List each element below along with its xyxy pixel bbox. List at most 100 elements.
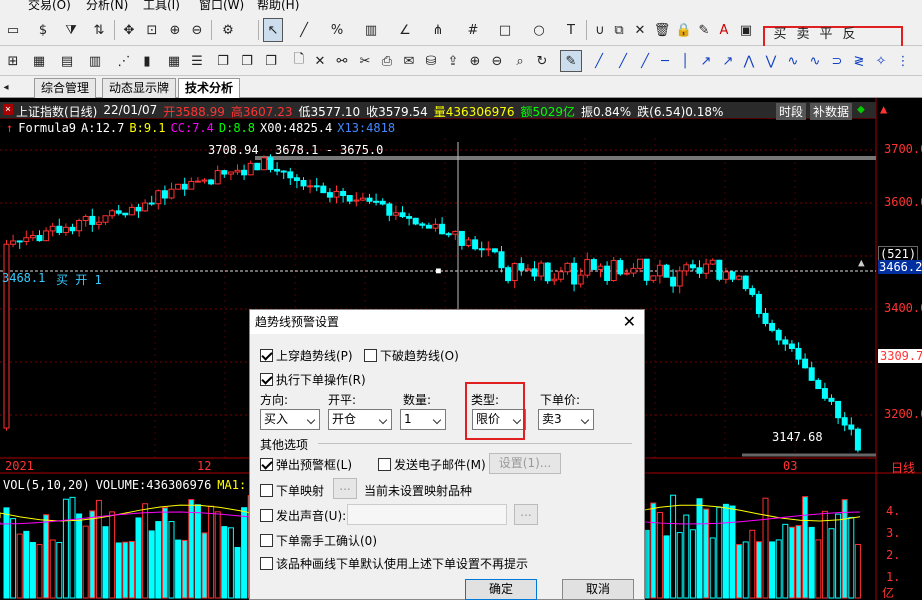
price-select[interactable]: 卖3 <box>538 409 594 430</box>
cancel-button[interactable]: 取消 <box>562 579 634 600</box>
vline-icon[interactable]: │ <box>676 51 694 71</box>
close-icon[interactable]: ✕ <box>632 20 648 40</box>
table-icon[interactable]: ▦ <box>165 51 183 71</box>
hline-icon[interactable]: ─ <box>656 51 674 71</box>
layers3-icon[interactable]: ❐ <box>262 51 280 71</box>
menu-tools[interactable]: 工具(I) <box>143 0 180 13</box>
email-settings-button[interactable]: 设置(1)... <box>489 453 561 474</box>
manual-confirm-checkbox[interactable]: 下单需手工确认(0) <box>260 532 377 549</box>
timeframe-button[interactable]: 时段 <box>776 103 807 120</box>
gear-icon[interactable]: ⚙ <box>217 20 239 40</box>
tab-dynamic-board[interactable]: 动态显示牌 <box>102 78 177 98</box>
percent-icon[interactable]: % <box>326 20 348 40</box>
grid-icon[interactable]: # <box>462 20 484 40</box>
delete-icon[interactable]: ✕ <box>311 51 329 71</box>
refresh-icon[interactable]: ↻ <box>533 51 551 71</box>
panel-icon[interactable]: ▤ <box>58 51 76 71</box>
font-color-icon[interactable]: A <box>716 20 732 40</box>
wave2-icon[interactable]: ∿ <box>784 51 802 71</box>
qty-input[interactable]: 1 <box>400 409 446 430</box>
map-browse-button[interactable]: ... <box>333 478 357 499</box>
sound-checkbox[interactable]: 发出声音(U): <box>260 507 346 524</box>
window-icon[interactable]: ▦ <box>30 51 48 71</box>
export-icon[interactable]: ⇪ <box>444 51 462 71</box>
wave3-icon[interactable]: ∿ <box>806 51 824 71</box>
ruler-icon[interactable]: ▥ <box>360 20 382 40</box>
supplement-data-button[interactable]: 补数据 <box>810 103 853 120</box>
ray-icon[interactable]: ↗ <box>697 51 715 71</box>
search-icon[interactable]: ⌕ <box>511 51 529 71</box>
wave-icon[interactable]: ⋀ <box>740 51 758 71</box>
star-icon[interactable]: ✧ <box>872 51 890 71</box>
diamond-icon[interactable]: ◆ <box>857 102 865 117</box>
filter-icon[interactable]: ⧩ <box>62 20 80 40</box>
note-icon[interactable]: ✉ <box>400 51 418 71</box>
openclose-select[interactable]: 开仓 <box>328 409 392 430</box>
tab-overview[interactable]: 综合管理 <box>34 78 97 98</box>
more-tools-icon[interactable]: ⋮ <box>894 51 912 71</box>
draw-line3-icon[interactable]: ╱ <box>636 51 654 71</box>
print-icon[interactable]: ⎙ <box>378 51 396 71</box>
bar-chart-icon[interactable]: ▮ <box>138 51 156 71</box>
arrow-up-icon[interactable]: ▲ <box>880 102 887 116</box>
sell-button[interactable]: 卖 <box>795 22 811 42</box>
lock-icon[interactable]: 🔒 <box>676 20 692 40</box>
sound-path-input[interactable] <box>347 504 507 525</box>
line-icon[interactable]: ╱ <box>293 20 315 40</box>
map-order-checkbox[interactable]: 下单映射 <box>260 482 324 499</box>
copy-icon[interactable]: ⧉ <box>611 20 627 40</box>
default-settings-checkbox[interactable]: 该品种画线下单默认使用上述下单设置不再提示 <box>260 555 528 572</box>
menu-help[interactable]: 帮助(H) <box>257 0 299 13</box>
text-tool-icon[interactable]: T <box>560 20 582 40</box>
rect-icon[interactable]: □ <box>494 20 516 40</box>
email-checkbox[interactable]: 发送电子邮件(M) <box>378 456 486 473</box>
direction-select[interactable]: 买入 <box>260 409 320 430</box>
pointer-icon[interactable]: ↖ <box>263 18 283 42</box>
sound-browse-button[interactable]: ... <box>514 504 538 525</box>
zoom-in-icon[interactable]: ⊕ <box>166 20 184 40</box>
pencil-icon[interactable]: ✎ <box>560 50 582 72</box>
menu-window[interactable]: 窗口(W) <box>199 0 244 13</box>
cross-down-checkbox[interactable]: 下破趋势线(O) <box>364 347 459 364</box>
zoom-in-icon-2[interactable]: ⊕ <box>466 51 484 71</box>
database-icon[interactable]: ⛁ <box>422 51 440 71</box>
zigzag-icon[interactable]: ⋁ <box>762 51 780 71</box>
close-position-button[interactable]: 平 <box>818 22 834 42</box>
arrow-icon[interactable]: ↗ <box>719 51 737 71</box>
tile-icon[interactable]: ▥ <box>86 51 104 71</box>
fan-icon[interactable]: ≷ <box>850 51 868 71</box>
draw-line1-icon[interactable]: ╱ <box>590 51 608 71</box>
channel-icon[interactable]: ⊃ <box>828 51 846 71</box>
circle-icon[interactable]: ○ <box>528 20 550 40</box>
layers2-icon[interactable]: ❐ <box>238 51 256 71</box>
fit-icon[interactable]: ⊡ <box>143 20 161 40</box>
popup-checkbox[interactable]: 弹出预警框(L) <box>260 456 352 473</box>
bell-icon[interactable]: ▲ <box>858 256 865 269</box>
list-icon[interactable]: ☰ <box>188 51 206 71</box>
sort-icon[interactable]: ⇅ <box>90 20 108 40</box>
exec-order-checkbox[interactable]: 执行下单操作(R) <box>260 371 366 388</box>
ok-button[interactable]: 确定 <box>465 579 537 600</box>
cross-up-checkbox[interactable]: 上穿趋势线(P) <box>260 347 353 364</box>
screen-icon[interactable]: ▭ <box>4 20 22 40</box>
layers-icon[interactable]: ❐ <box>214 51 232 71</box>
draw-line2-icon[interactable]: ╱ <box>614 51 632 71</box>
trash-icon[interactable]: 🗑 <box>654 20 671 40</box>
reverse-button[interactable]: 反 <box>841 22 857 42</box>
dollar-icon[interactable]: $ <box>34 20 52 40</box>
line-chart-icon[interactable]: ⋰ <box>115 51 133 71</box>
zoom-out-icon-2[interactable]: ⊖ <box>488 51 506 71</box>
menu-analysis[interactable]: 分析(N) <box>86 0 128 13</box>
pen-icon[interactable]: ✎ <box>696 20 712 40</box>
tab-technical-analysis[interactable]: 技术分析 <box>178 78 241 98</box>
move-icon[interactable]: ✥ <box>120 20 138 40</box>
close-x-icon[interactable]: × <box>3 104 14 115</box>
scroll-left-icon[interactable]: ◂ <box>0 77 12 97</box>
cut-icon[interactable]: ✂ <box>356 51 374 71</box>
menu-trade[interactable]: 交易(O) <box>28 0 71 13</box>
buy-button[interactable]: 买 <box>772 22 788 42</box>
save-icon[interactable]: ▣ <box>738 20 754 40</box>
angle-icon[interactable]: ∠ <box>394 20 416 40</box>
zoom-out-icon[interactable]: ⊖ <box>188 20 206 40</box>
grid-layout-icon[interactable]: ⊞ <box>4 51 22 71</box>
